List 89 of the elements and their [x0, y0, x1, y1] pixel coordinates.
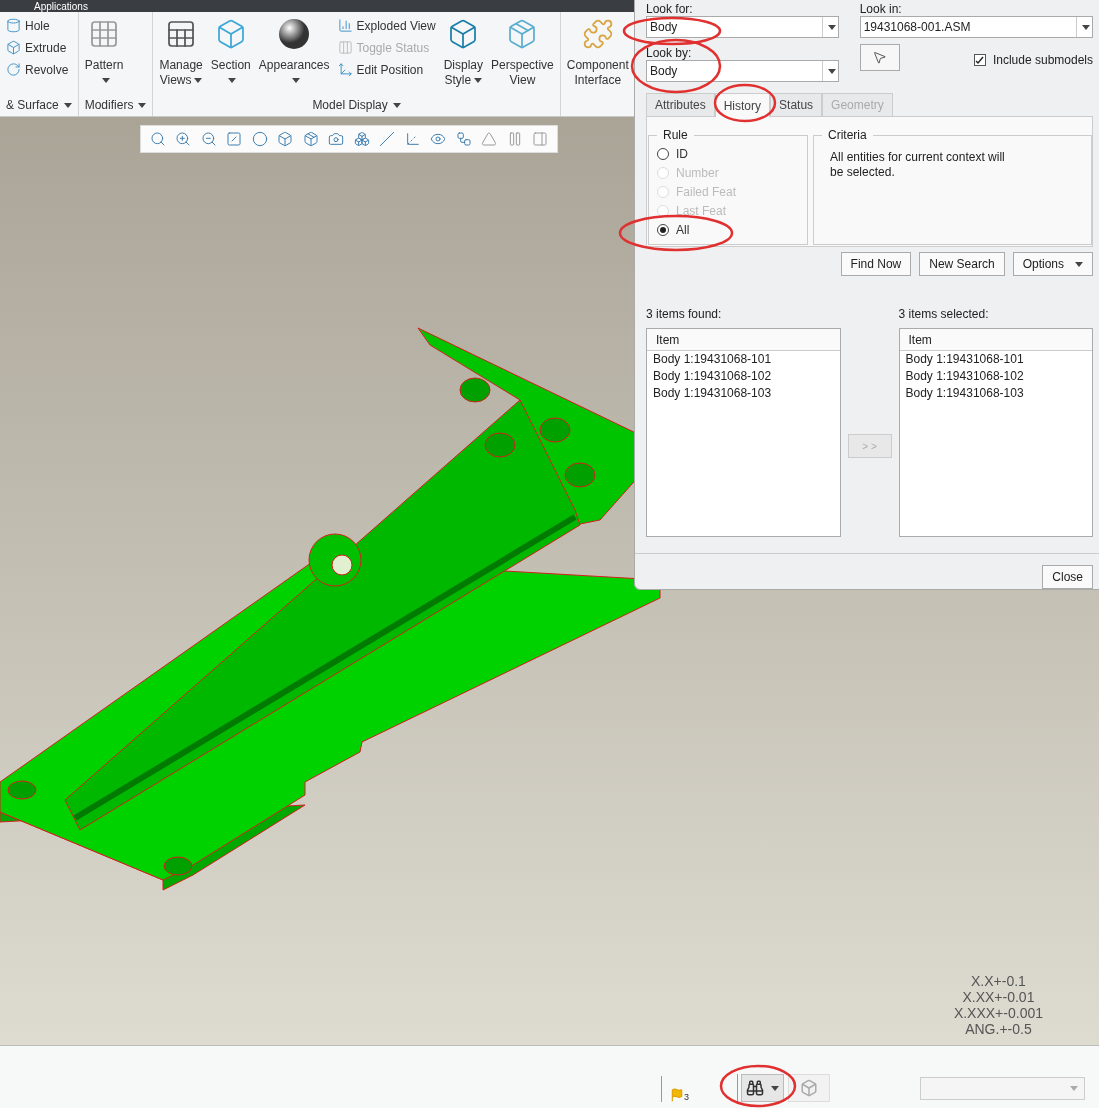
- ribbon-button[interactable]: Pattern: [82, 16, 126, 90]
- dialog-tab[interactable]: History: [714, 93, 771, 117]
- square-icon: [226, 131, 243, 147]
- rule-radio[interactable]: ID: [657, 144, 799, 163]
- include-submodels-checkbox[interactable]: Include submodels: [973, 53, 1093, 67]
- puzzle-icon: [581, 18, 614, 50]
- dialog-button[interactable]: Options: [1012, 252, 1093, 276]
- tolerance-note: X.XXX+-0.001: [953, 1005, 1043, 1021]
- axes-icon: [337, 62, 353, 77]
- checkbox[interactable]: [973, 54, 986, 66]
- tolerance-note: X.X+-0.1: [971, 973, 1026, 989]
- list-caption: 3 items found:: [646, 307, 722, 321]
- zoom-in-icon: [175, 131, 192, 147]
- box-icon: [6, 40, 21, 55]
- plane-icon: [379, 131, 396, 147]
- radio-button[interactable]: [657, 147, 669, 160]
- ribbon-button[interactable]: Extrude: [4, 38, 71, 57]
- look-for-dropdown[interactable]: Body: [646, 16, 839, 38]
- zoom-out-icon: [200, 131, 217, 147]
- list-item[interactable]: Body 1:19431068-102: [899, 368, 1092, 385]
- rotate-icon: [6, 62, 21, 77]
- menu-tab[interactable]: Applications: [34, 1, 88, 12]
- panel-icon: [532, 131, 549, 147]
- check-icon: [975, 55, 985, 65]
- list-caption: 3 items selected:: [898, 307, 989, 321]
- close-button[interactable]: Close: [1042, 565, 1093, 589]
- dialog-tab[interactable]: Attributes: [646, 93, 715, 117]
- cursor-icon: [872, 50, 888, 65]
- columns-icon: [337, 40, 353, 55]
- list-item[interactable]: Body 1:19431068-101: [899, 351, 1092, 368]
- ribbon-button[interactable]: Section: [208, 16, 253, 90]
- caret-icon: [827, 24, 836, 30]
- field-label: Look in:: [859, 2, 902, 16]
- cube-icon: [302, 131, 319, 147]
- ribbon-button[interactable]: Appearances: [256, 16, 332, 90]
- column-header[interactable]: Item: [899, 329, 1092, 351]
- caret-icon: [827, 68, 836, 74]
- ribbon-button[interactable]: Manage Views: [157, 16, 205, 90]
- cube-icon: [353, 131, 370, 147]
- look-in-dropdown[interactable]: 19431068-001.ASM: [859, 16, 1093, 38]
- dialog-button[interactable]: Find Now: [840, 252, 912, 276]
- list-item[interactable]: Body 1:19431068-102: [647, 368, 840, 385]
- camera-icon: [328, 131, 345, 147]
- ribbon-button[interactable]: Revolve: [4, 60, 71, 79]
- radio-button[interactable]: [657, 223, 669, 236]
- find-button[interactable]: [741, 1074, 784, 1102]
- message-count: 3: [684, 1092, 689, 1102]
- ribbon-button[interactable]: Perspective View: [489, 16, 556, 90]
- bar-chart-icon: [337, 18, 353, 33]
- ribbon-button[interactable]: Hole: [4, 16, 71, 35]
- tolerance-note: ANG.+-0.5: [965, 1021, 1032, 1037]
- column-header[interactable]: Item: [647, 329, 840, 351]
- group-title: Rule: [662, 128, 689, 142]
- list-item[interactable]: Body 1:19431068-103: [647, 385, 840, 402]
- tolerance-note: X.XX+-0.01: [962, 989, 1035, 1005]
- caret-icon: [1082, 24, 1090, 30]
- list-item[interactable]: Body 1:19431068-103: [899, 385, 1092, 402]
- list-item[interactable]: Body 1:19431068-101: [647, 351, 840, 368]
- axes-icon: [404, 131, 421, 147]
- select-button[interactable]: [859, 44, 900, 71]
- ribbon-group-menu[interactable]: & Surface: [4, 96, 74, 114]
- ribbon-button[interactable]: Exploded View: [335, 16, 438, 35]
- node-graph-icon: [455, 131, 472, 147]
- cube-icon: [800, 1079, 818, 1097]
- cube-icon: [277, 131, 294, 147]
- field-label: Look by:: [646, 46, 692, 60]
- group-title: Criteria: [827, 128, 868, 142]
- cylinder-icon: [6, 18, 21, 33]
- ribbon-group-menu[interactable]: Model Display: [310, 96, 403, 114]
- flag-icon[interactable]: [670, 1088, 684, 1102]
- ribbon-button[interactable]: Edit Position: [335, 60, 438, 79]
- ribbon-button[interactable]: Component Interface: [564, 16, 631, 90]
- refit-icon: [149, 131, 166, 147]
- criteria-text: All entities for current context will be selected.: [830, 150, 1006, 180]
- look-by-dropdown[interactable]: Body: [646, 60, 839, 82]
- ribbon-group-menu[interactable]: Modifiers: [82, 96, 149, 114]
- field-label: Look for:: [646, 2, 693, 16]
- rule-radio[interactable]: All: [657, 220, 799, 239]
- triangle-icon: [481, 131, 498, 147]
- shading-icon: [251, 131, 268, 147]
- dialog-button[interactable]: New Search: [919, 252, 1005, 276]
- eye-icon: [430, 131, 447, 147]
- filter-button[interactable]: [788, 1074, 830, 1102]
- binoculars-icon: [746, 1079, 764, 1097]
- ribbon-button[interactable]: Display Style: [441, 16, 486, 90]
- sphere-icon: [278, 18, 311, 50]
- dialog-tab[interactable]: Status: [770, 93, 823, 117]
- caret-icon: [1070, 1086, 1078, 1091]
- caret-icon: [771, 1085, 779, 1091]
